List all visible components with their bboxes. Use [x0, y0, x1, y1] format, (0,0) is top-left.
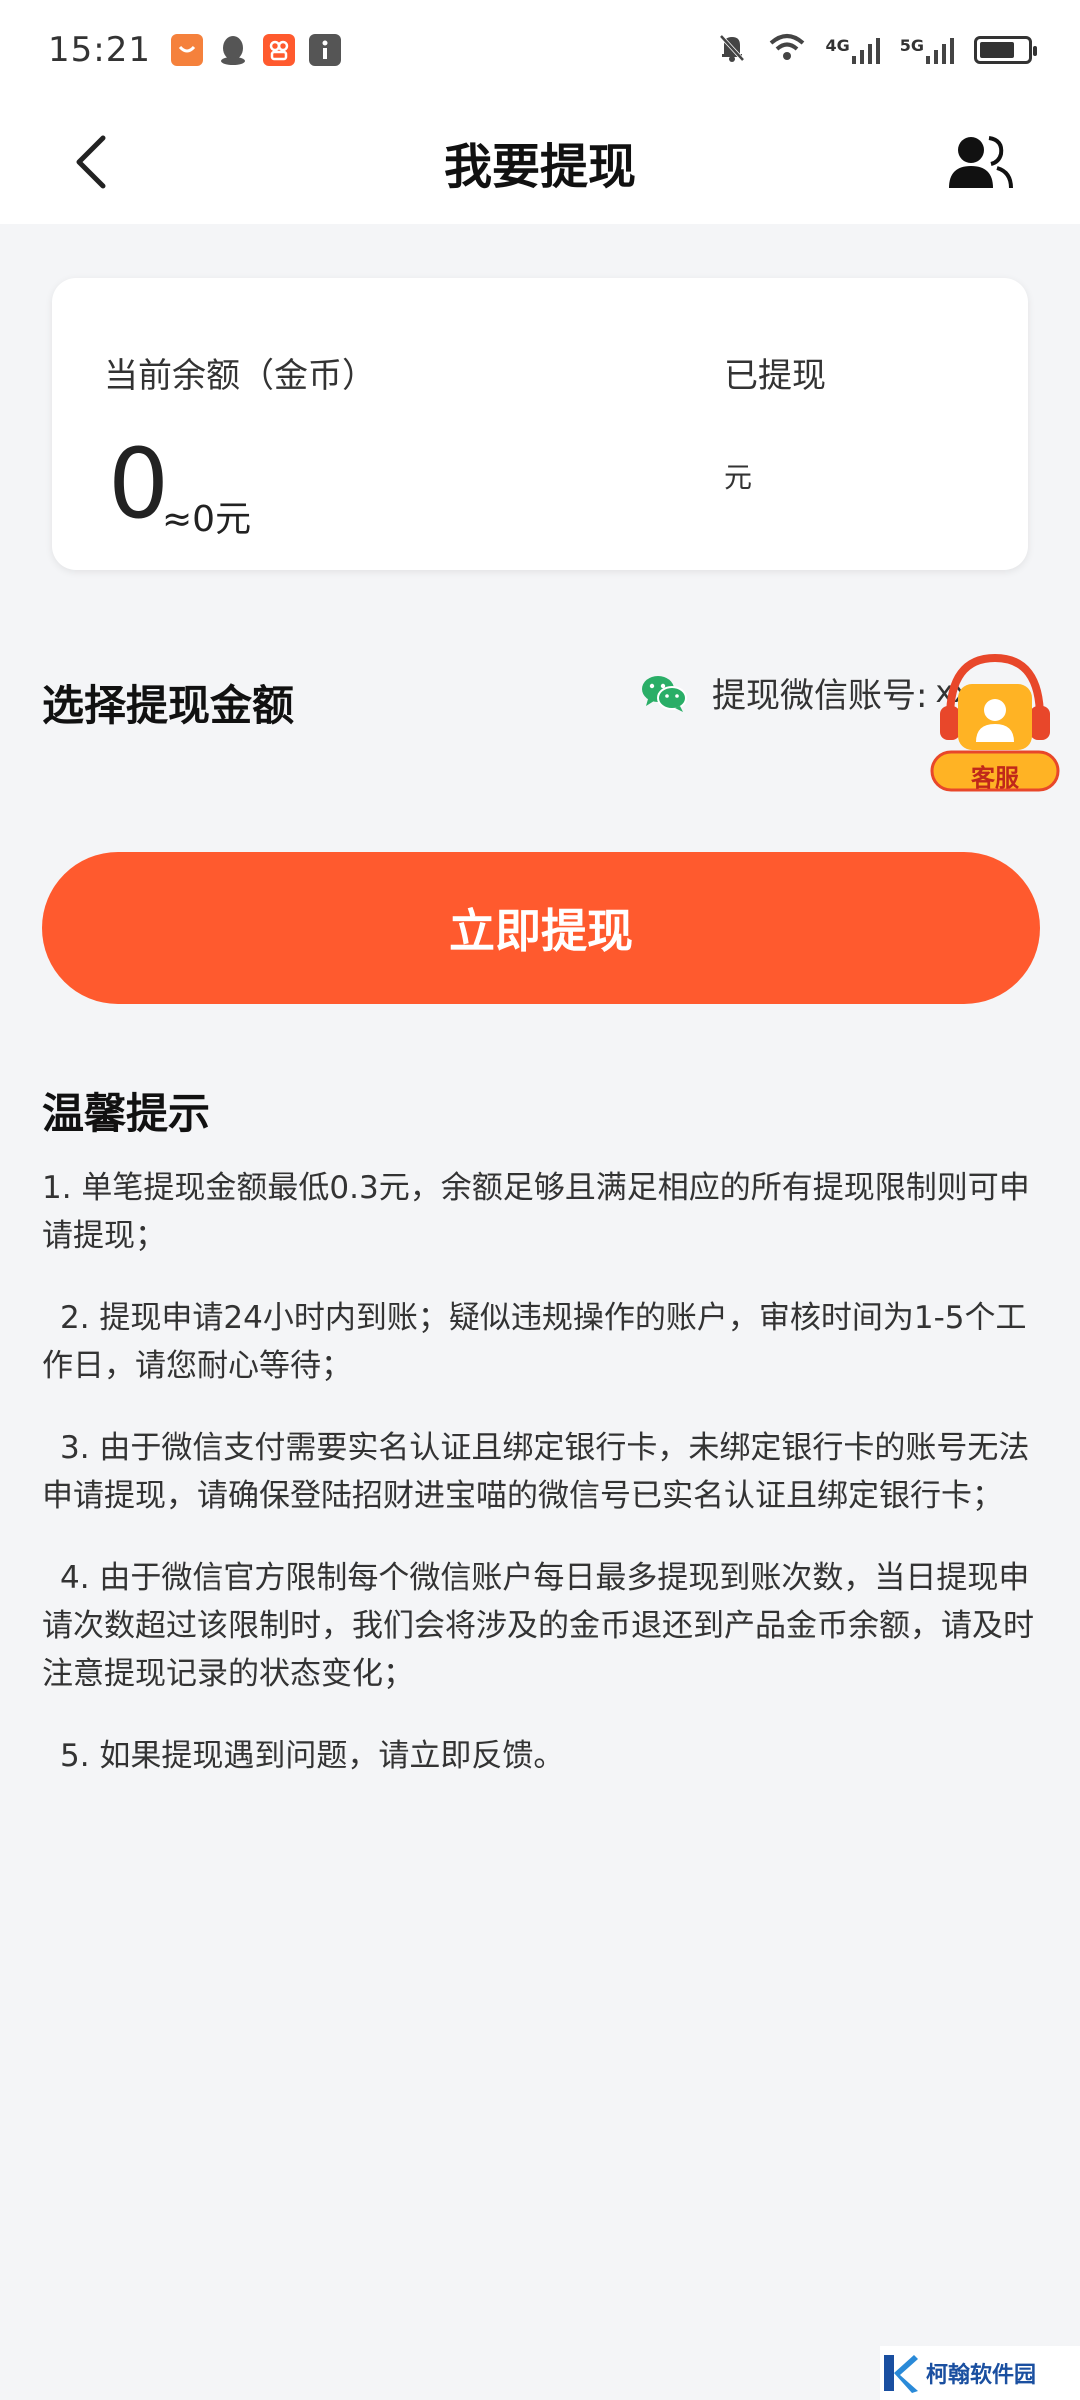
- mute-bell-icon: [715, 30, 749, 70]
- battery-icon: [974, 36, 1037, 64]
- balance-card: 当前余额（金币） 0 ≈0元 已提现 元: [52, 278, 1028, 570]
- users-icon: [949, 136, 1013, 189]
- wechat-account-label: 提现微信账号:: [712, 676, 928, 716]
- signal-5g-icon: 5G: [900, 36, 956, 64]
- withdraw-now-button[interactable]: 立即提现: [42, 852, 1040, 1004]
- tip-item: 5. 如果提现遇到问题，请立即反馈。: [60, 1738, 565, 1774]
- tips-list: 1. 单笔提现金额最低0.3元，余额足够且满足相应的所有提现限制则可申请提现； …: [42, 1164, 1042, 1814]
- qq-penguin-icon: [217, 34, 249, 66]
- notification-icons: [170, 34, 341, 66]
- shopping-app-icon: [170, 34, 203, 66]
- tip-item: 2. 提现申请24小时内到账；疑似违规操作的账户，审核时间为1-5个工作日，请您…: [42, 1300, 1027, 1384]
- info-app-icon: [308, 34, 341, 66]
- watermark: 柯翰软件园: [880, 2346, 1080, 2400]
- status-right-icons: 4G 5G: [715, 30, 1037, 70]
- customer-service-label: 客服: [971, 764, 1019, 792]
- tip-item: 1. 单笔提现金额最低0.3元，余额足够且满足相应的所有提现限制则可申请提现；: [42, 1170, 1030, 1254]
- chevron-left-icon: [76, 135, 106, 189]
- tip-item: 4. 由于微信官方限制每个微信账户每日最多提现到账次数，当日提现申请次数超过该限…: [42, 1560, 1034, 1692]
- withdrawn-label: 已提现: [724, 356, 826, 396]
- app-badge-icon: [262, 34, 295, 66]
- current-balance-approx: ≈0元: [162, 499, 252, 540]
- back-button[interactable]: [60, 126, 120, 198]
- current-balance-label: 当前余额（金币）: [104, 356, 376, 396]
- select-amount-title: 选择提现金额: [42, 681, 295, 730]
- tips-title: 温馨提示: [42, 1089, 211, 1138]
- customer-service-button[interactable]: 客服: [928, 648, 1062, 796]
- wifi-icon: [767, 31, 807, 69]
- account-button[interactable]: [940, 122, 1020, 202]
- current-balance-value: 0: [108, 428, 170, 540]
- wechat-icon: [642, 675, 687, 712]
- nav-bar: 我要提现: [0, 100, 1080, 224]
- k-logo-icon: [884, 2355, 918, 2393]
- status-time: 15:21: [48, 30, 151, 70]
- tip-item: 3. 由于微信支付需要实名认证且绑定银行卡，未绑定银行卡的账号无法申请提现，请确…: [42, 1430, 1030, 1514]
- withdrawn-unit: 元: [724, 461, 753, 494]
- signal-4g-icon: 4G: [825, 36, 881, 64]
- watermark-text: 柯翰软件园: [926, 2363, 1037, 2388]
- page-title: 我要提现: [443, 139, 636, 195]
- status-bar: 15:21 4G 5G: [0, 0, 1080, 100]
